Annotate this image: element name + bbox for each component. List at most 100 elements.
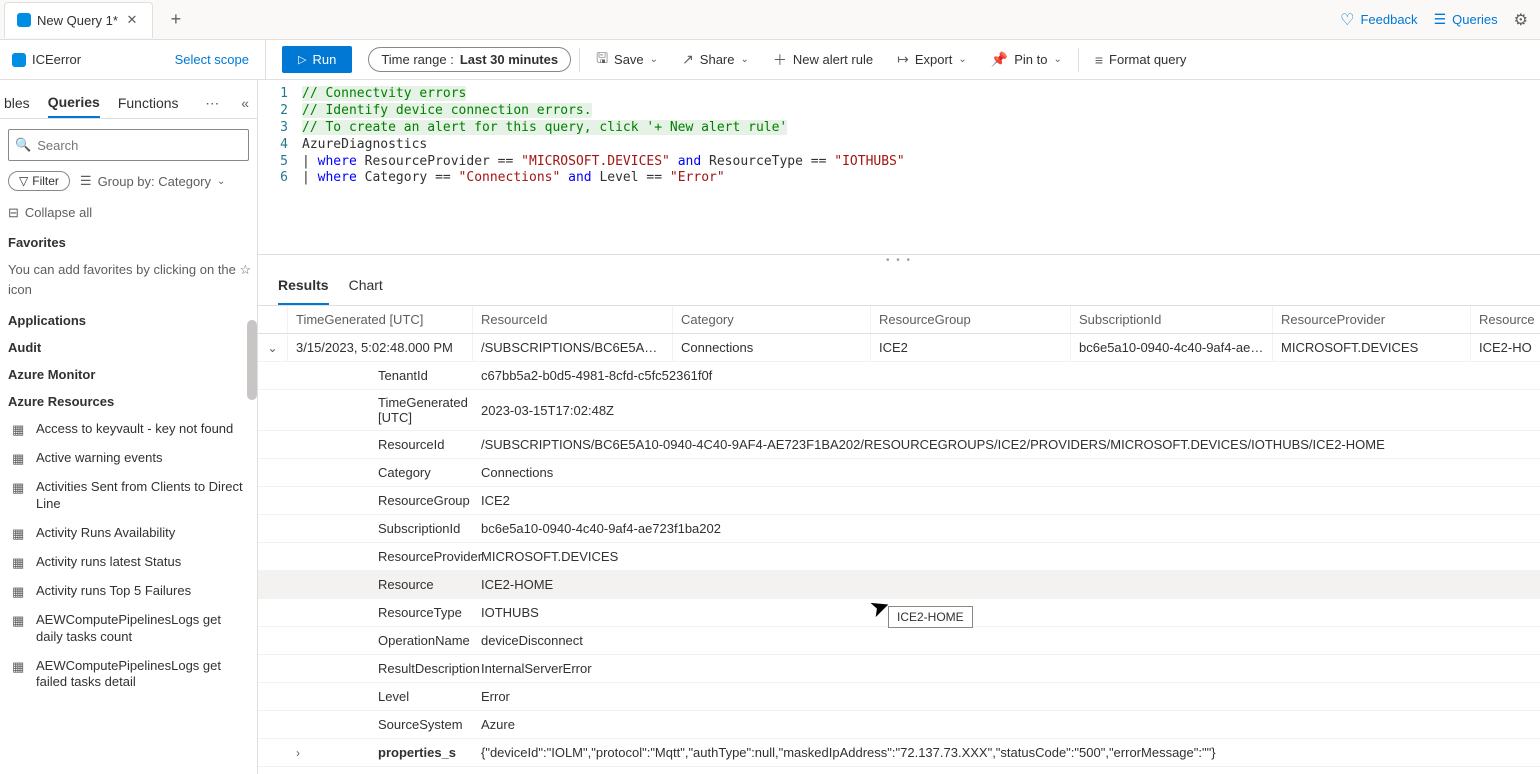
detail-value: IOTHUBS — [473, 600, 1540, 625]
col-resourceprovider[interactable]: ResourceProvider — [1273, 306, 1471, 333]
results-grid[interactable]: TimeGenerated [UTC] ResourceId Category … — [258, 306, 1540, 774]
more-icon[interactable]: ⋯ — [205, 95, 223, 112]
add-tab-button[interactable]: + — [161, 5, 191, 35]
detail-value: Error — [473, 684, 1540, 709]
detail-row[interactable]: TenantIdc67bb5a2-b0d5-4981-8cfd-c5fc5236… — [258, 362, 1540, 390]
col-resource[interactable]: Resource — [1471, 306, 1540, 333]
detail-key: OperationName — [308, 628, 473, 653]
cell-time: 3/15/2023, 5:02:48.000 PM — [288, 334, 473, 361]
detail-row[interactable]: ResultDescriptionInternalServerError — [258, 655, 1540, 683]
detail-row[interactable]: OperationNamedeviceDisconnect — [258, 627, 1540, 655]
detail-value: MICROSOFT.DEVICES — [473, 544, 1540, 569]
group-azure-monitor[interactable]: Azure Monitor — [8, 361, 253, 388]
tab-bar: New Query 1* ✕ + ♡ Feedback ☰ Queries ⚙ — [0, 0, 1540, 40]
detail-row[interactable]: ResourceICE2-HOME — [258, 571, 1540, 599]
groupby-dropdown[interactable]: ☰ Group by: Category ⌄ — [80, 173, 226, 189]
timerange-value: Last 30 minutes — [460, 52, 558, 67]
detail-row[interactable]: ResourceGroupICE2 — [258, 487, 1540, 515]
scope-icon — [12, 53, 26, 67]
run-button[interactable]: ▷ Run — [282, 46, 352, 73]
filter-button[interactable]: ▽ Filter — [8, 171, 70, 191]
collapse-sidebar-icon[interactable]: « — [241, 95, 253, 111]
resize-handle[interactable]: • • • — [258, 255, 1540, 267]
search-box[interactable]: 🔍 — [8, 129, 249, 161]
sidebar-scrollbar[interactable] — [247, 320, 257, 400]
queries-link[interactable]: ☰ Queries — [1434, 10, 1498, 30]
query-editor[interactable]: 123456 // Connectvity errors // Identify… — [258, 80, 1540, 255]
collapse-all-button[interactable]: ⊟ Collapse all — [0, 201, 257, 225]
sidebar-item[interactable]: ▦Activities Sent from Clients to Direct … — [8, 473, 253, 519]
query-tab-icon — [17, 13, 31, 27]
sidebar-item[interactable]: ▦Active warning events — [8, 444, 253, 473]
save-button[interactable]: 🖫 Save ⌄ — [588, 44, 666, 76]
detail-row[interactable]: authTypenull — [258, 767, 1540, 774]
group-azure-resources[interactable]: Azure Resources — [8, 388, 253, 415]
sidebar-item[interactable]: ▦Activity runs latest Status — [8, 548, 253, 577]
detail-row[interactable]: ›properties_s{"deviceId":"IOLM","protoco… — [258, 739, 1540, 767]
sidebar-tab-functions[interactable]: Functions — [118, 89, 179, 117]
col-resourcegroup[interactable]: ResourceGroup — [871, 306, 1071, 333]
chevron-down-icon: ⌄ — [217, 176, 225, 187]
query-item-icon: ▦ — [12, 659, 28, 675]
tab-chart[interactable]: Chart — [349, 267, 383, 305]
detail-value: 2023-03-15T17:02:48Z — [473, 398, 1540, 423]
sidebar-item[interactable]: ▦Access to keyvault - key not found — [8, 415, 253, 444]
feedback-link[interactable]: ♡ Feedback — [1340, 10, 1417, 30]
queries-icon: ☰ — [1434, 11, 1447, 28]
new-alert-button[interactable]: ＋ New alert rule — [765, 46, 881, 74]
row-expander[interactable]: ⌄ — [258, 335, 288, 361]
code-area[interactable]: // Connectvity errors // Identify device… — [298, 80, 909, 254]
detail-row[interactable]: SubscriptionIdbc6e5a10-0940-4c40-9af4-ae… — [258, 515, 1540, 543]
sidebar-item[interactable]: ▦ AEWComputePipelinesLogs get failed task… — [8, 652, 253, 698]
group-audit[interactable]: Audit — [8, 334, 253, 361]
detail-row[interactable]: ResourceProviderMICROSOFT.DEVICES — [258, 543, 1540, 571]
detail-key: ResourceType — [308, 600, 473, 625]
query-item-icon: ▦ — [12, 451, 28, 467]
format-query-button[interactable]: ≡ Format query — [1087, 48, 1194, 72]
select-scope-link[interactable]: Select scope — [175, 52, 249, 67]
share-button[interactable]: ↗ Share ⌄ — [674, 47, 757, 72]
expand-icon[interactable]: › — [258, 746, 308, 760]
cell-resourceprovider: MICROSOFT.DEVICES — [1273, 334, 1471, 361]
detail-value: ICE2-HOME — [473, 572, 1540, 597]
detail-row[interactable]: TimeGenerated [UTC]2023-03-15T17:02:48Z — [258, 390, 1540, 431]
sidebar-item[interactable]: ▦AEWComputePipelinesLogs get daily tasks… — [8, 606, 253, 652]
plus-icon: ＋ — [773, 50, 787, 70]
search-input[interactable] — [37, 138, 242, 153]
pin-button[interactable]: 📌 Pin to ⌄ — [983, 47, 1070, 72]
table-row[interactable]: ⌄ 3/15/2023, 5:02:48.000 PM /SUBSCRIPTIO… — [258, 334, 1540, 362]
sidebar-item-label: Activity runs Top 5 Failures — [36, 583, 191, 600]
detail-row[interactable]: SourceSystemAzure — [258, 711, 1540, 739]
sidebar: bles Queries Functions ⋯ « 🔍 ▽ Filter ☰ … — [0, 80, 258, 774]
sidebar-item[interactable]: ▦Activity runs Top 5 Failures — [8, 577, 253, 606]
close-icon[interactable]: ✕ — [124, 12, 140, 28]
export-button[interactable]: ↦ Export ⌄ — [889, 47, 975, 72]
feedback-label: Feedback — [1360, 12, 1417, 27]
settings-link[interactable]: ⚙ — [1514, 10, 1528, 30]
sidebar-tab-queries[interactable]: Queries — [48, 88, 100, 118]
sidebar-item-label: AEWComputePipelinesLogs get failed tasks… — [36, 658, 249, 692]
detail-value: bc6e5a10-0940-4c40-9af4-ae723f1ba202 — [473, 516, 1540, 541]
sidebar-item[interactable]: ▦Activity Runs Availability — [8, 519, 253, 548]
col-resourceid[interactable]: ResourceId — [473, 306, 673, 333]
chevron-down-icon: ⌄ — [741, 54, 749, 65]
col-timegenerated[interactable]: TimeGenerated [UTC] — [288, 306, 473, 333]
time-range-picker[interactable]: Time range : Last 30 minutes — [368, 47, 571, 72]
col-category[interactable]: Category — [673, 306, 871, 333]
sidebar-item-label: AEWComputePipelinesLogs get daily tasks … — [36, 612, 249, 646]
group-applications[interactable]: Applications — [8, 307, 253, 334]
sidebar-tab-tables[interactable]: bles — [4, 89, 30, 117]
query-tab[interactable]: New Query 1* ✕ — [4, 2, 153, 38]
sidebar-item-label: Activity runs latest Status — [36, 554, 181, 571]
main-area: 123456 // Connectvity errors // Identify… — [258, 80, 1540, 774]
tab-results[interactable]: Results — [278, 267, 329, 305]
detail-value: {"deviceId":"IOLM","protocol":"Mqtt","au… — [473, 740, 1540, 765]
detail-key: ResourceId — [308, 432, 473, 457]
detail-row[interactable]: LevelError — [258, 683, 1540, 711]
query-item-icon: ▦ — [12, 422, 28, 438]
col-subscriptionid[interactable]: SubscriptionId — [1071, 306, 1273, 333]
cell-resourcegroup: ICE2 — [871, 334, 1071, 361]
detail-row[interactable]: ResourceId/SUBSCRIPTIONS/BC6E5A10-0940-4… — [258, 431, 1540, 459]
detail-row[interactable]: CategoryConnections — [258, 459, 1540, 487]
cell-resource: ICE2-HO — [1471, 334, 1540, 361]
